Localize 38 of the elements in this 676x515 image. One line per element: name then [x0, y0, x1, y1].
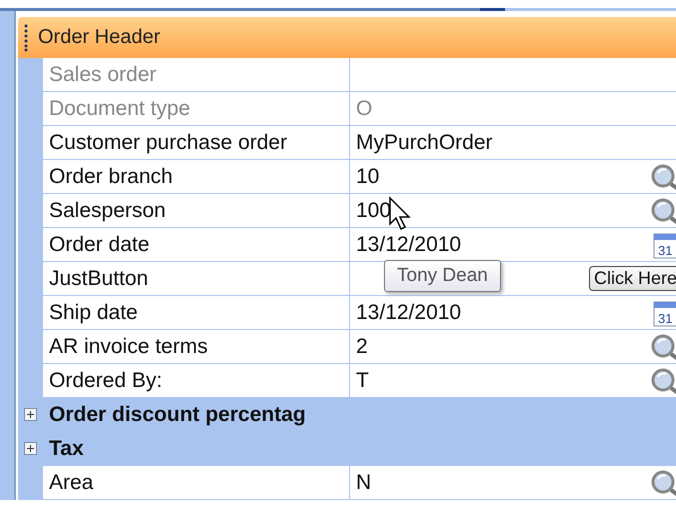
property-label: Ship date: [49, 300, 138, 324]
property-label: Order branch: [49, 164, 173, 188]
category-label[interactable]: Tax: [49, 436, 84, 460]
property-value[interactable]: MyPurchOrder: [356, 130, 493, 154]
property-value[interactable]: N: [356, 470, 372, 494]
property-value[interactable]: 100: [356, 198, 392, 222]
magnifier-icon[interactable]: [650, 197, 676, 225]
expand-icon[interactable]: [24, 442, 37, 455]
tooltip: Tony Dean: [384, 260, 501, 292]
property-label: Salesperson: [49, 198, 166, 222]
property-label: Order date: [49, 232, 150, 256]
category-bar[interactable]: Order discount percentag: [18, 398, 676, 432]
property-label: Sales order: [49, 62, 156, 86]
calendar-icon[interactable]: 31: [652, 299, 676, 327]
header-title: Order Header: [38, 26, 160, 49]
property-label: Document type: [49, 96, 190, 120]
magnifier-icon[interactable]: [650, 367, 676, 395]
category-bar[interactable]: Tax: [18, 432, 676, 466]
expand-icon[interactable]: [24, 408, 37, 421]
category-label[interactable]: Order discount percentag: [49, 402, 306, 426]
property-value[interactable]: 2: [356, 334, 368, 358]
property-label: Customer purchase order: [49, 130, 288, 154]
property-label: AR invoice terms: [49, 334, 208, 358]
grip-icon: [24, 24, 28, 52]
property-label: Area: [49, 470, 94, 494]
property-value[interactable]: 13/12/2010: [356, 300, 462, 324]
magnifier-icon[interactable]: [650, 469, 676, 497]
section-header[interactable]: Order Header: [18, 17, 676, 58]
property-value[interactable]: T: [356, 368, 369, 392]
calendar-icon[interactable]: 31: [652, 231, 676, 259]
magnifier-icon[interactable]: [650, 333, 676, 361]
property-value[interactable]: 10: [356, 164, 380, 188]
property-label: Ordered By:: [49, 368, 162, 392]
magnifier-icon[interactable]: [650, 163, 676, 191]
click-button[interactable]: Click Here: [588, 266, 676, 291]
property-value[interactable]: 13/12/2010: [356, 232, 462, 256]
cursor-icon: [388, 196, 414, 232]
property-label: JustButton: [49, 266, 148, 290]
